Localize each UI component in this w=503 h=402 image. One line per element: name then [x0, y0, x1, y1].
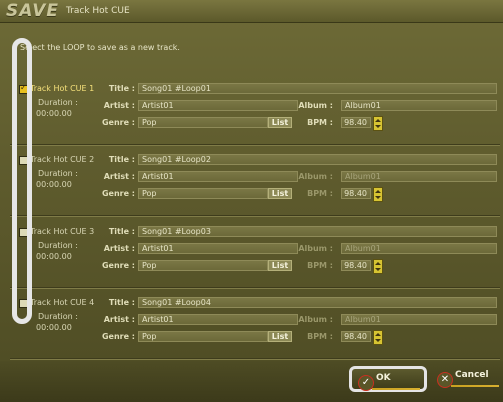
track-name: Track Hot CUE 4 — [30, 298, 95, 307]
instruction-text: Select the LOOP to save as a new track. — [20, 43, 180, 52]
bpm-spinner[interactable] — [373, 330, 383, 345]
artist-field[interactable]: Artist01 — [138, 314, 298, 325]
ok-label: OK — [376, 373, 391, 383]
title-field[interactable]: Song01 #Loop04 — [138, 297, 497, 308]
album-label: Album : — [298, 244, 333, 253]
duration-label: Duration : — [38, 169, 78, 178]
duration-label: Duration : — [38, 312, 78, 321]
duration-value: 00:00.00 — [36, 180, 72, 189]
track-block: Track Hot CUE 4 Duration : 00:00.00 Title :… — [11, 292, 501, 356]
title-field[interactable]: Song01 #Loop01 — [138, 83, 497, 94]
save-track-hot-cue-window: SAVE Track Hot CUE Select the LOOP to sa… — [0, 0, 503, 402]
title-label: Title : — [108, 227, 135, 236]
duration-value: 00:00.00 — [36, 109, 72, 118]
ok-button[interactable]: ✓ OK — [349, 366, 427, 392]
title-label: Title : — [108, 155, 135, 164]
album-field[interactable]: Album01 — [341, 314, 497, 325]
album-field[interactable]: Album01 — [341, 171, 497, 182]
duration-label: Duration : — [38, 241, 78, 250]
track-block: Track Hot CUE 2 Duration : 00:00.00 Title :… — [11, 149, 501, 213]
track-block: Track Hot CUE 3 Duration : 00:00.00 Title :… — [11, 221, 501, 285]
album-field[interactable]: Album01 — [341, 100, 497, 111]
genre-label: Genre : — [101, 332, 135, 341]
duration-value: 00:00.00 — [36, 323, 72, 332]
bpm-spinner[interactable] — [373, 187, 383, 202]
ok-underline — [372, 388, 420, 390]
genre-field[interactable]: Pop — [138, 260, 268, 271]
track-block: Track Hot CUE 1 Duration : 00:00.00 Title :… — [11, 78, 501, 142]
genre-list-button[interactable]: List — [268, 188, 292, 199]
bpm-field[interactable]: 98.40 — [341, 188, 371, 199]
bpm-field[interactable]: 98.40 — [341, 260, 371, 271]
title-label: Title : — [108, 298, 135, 307]
album-label: Album : — [298, 315, 333, 324]
genre-list-button[interactable]: List — [268, 117, 292, 128]
title-field[interactable]: Song01 #Loop02 — [138, 154, 497, 165]
genre-field[interactable]: Pop — [138, 331, 268, 342]
artist-label: Artist : — [103, 172, 135, 181]
track-name: Track Hot CUE 2 — [30, 155, 95, 164]
checkbox-column-highlight — [12, 38, 32, 324]
bpm-spinner[interactable] — [373, 116, 383, 131]
duration-value: 00:00.00 — [36, 252, 72, 261]
bpm-label: BPM : — [307, 261, 333, 270]
bpm-label: BPM : — [307, 118, 333, 127]
genre-field[interactable]: Pop — [138, 117, 268, 128]
window-title-prefix: SAVE — [6, 1, 60, 21]
cancel-underline — [451, 385, 499, 387]
artist-label: Artist : — [103, 315, 135, 324]
track-name: Track Hot CUE 1 — [30, 84, 95, 93]
bpm-field[interactable]: 98.40 — [341, 117, 371, 128]
title-bar: SAVE Track Hot CUE — [0, 0, 503, 23]
genre-label: Genre : — [101, 189, 135, 198]
window-title: Track Hot CUE — [66, 6, 130, 16]
track-name: Track Hot CUE 3 — [30, 227, 95, 236]
artist-field[interactable]: Artist01 — [138, 171, 298, 182]
bpm-spinner[interactable] — [373, 259, 383, 274]
album-label: Album : — [298, 101, 333, 110]
title-field[interactable]: Song01 #Loop03 — [138, 226, 497, 237]
bpm-field[interactable]: 98.40 — [341, 331, 371, 342]
genre-label: Genre : — [101, 118, 135, 127]
duration-label: Duration : — [38, 98, 78, 107]
genre-list-button[interactable]: List — [268, 260, 292, 271]
genre-list-button[interactable]: List — [268, 331, 292, 342]
artist-field[interactable]: Artist01 — [138, 243, 298, 254]
genre-field[interactable]: Pop — [138, 188, 268, 199]
bpm-label: BPM : — [307, 189, 333, 198]
title-label: Title : — [108, 84, 135, 93]
artist-label: Artist : — [103, 101, 135, 110]
artist-label: Artist : — [103, 244, 135, 253]
cancel-label: Cancel — [455, 370, 489, 380]
bpm-label: BPM : — [307, 332, 333, 341]
track-separator — [10, 287, 500, 289]
album-field[interactable]: Album01 — [341, 243, 497, 254]
track-separator — [10, 358, 500, 360]
track-separator — [10, 215, 500, 217]
genre-label: Genre : — [101, 261, 135, 270]
footer-bar — [0, 361, 503, 402]
track-separator — [10, 144, 500, 146]
artist-field[interactable]: Artist01 — [138, 100, 298, 111]
album-label: Album : — [298, 172, 333, 181]
cancel-button[interactable]: ✕ Cancel — [431, 366, 501, 392]
